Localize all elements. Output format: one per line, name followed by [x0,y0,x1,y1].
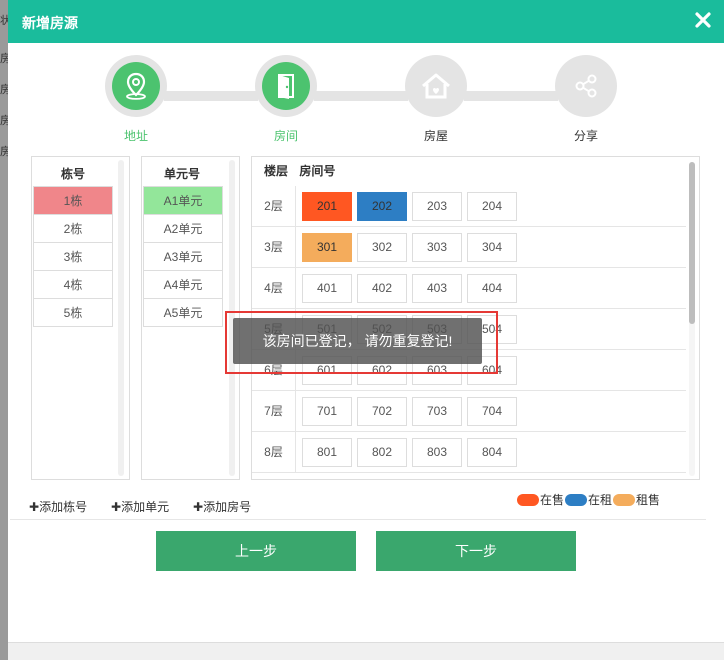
floor-row: 8层 801 802 803 804 [252,432,686,473]
share-icon [562,62,610,110]
room-button[interactable]: 304 [467,233,517,262]
house-icon [412,62,460,110]
building-item[interactable]: 3栋 [33,242,113,271]
plus-icon: ✚ [193,500,204,514]
background-text: 状 [0,15,8,27]
step-address[interactable]: 地址 [91,55,181,144]
legend-swatch [517,493,539,506]
room-button[interactable]: 403 [412,274,462,303]
floor-row: 3层 301 302 303 304 [252,227,686,268]
toast-highlight-box [225,311,498,374]
unit-list: A1单元 A2单元 A3单元 A4单元 A5单元 [143,186,223,327]
add-room-link[interactable]: ✚添加房号 [193,498,251,515]
unit-header: 单元号 [164,167,201,181]
room-button[interactable]: 401 [302,274,352,303]
unit-item[interactable]: A5单元 [143,298,223,327]
legend-label: 在租 [588,493,613,507]
step-room[interactable]: 房间 [241,55,331,144]
building-list: 1栋 2栋 3栋 4栋 5栋 [33,186,113,327]
background-text: 房 [0,53,8,65]
dialog-titlebar: 新增房源 [8,0,724,43]
step-house[interactable]: 房屋 [391,55,481,144]
add-unit-link[interactable]: ✚添加单元 [111,498,169,515]
unit-item[interactable]: A4单元 [143,270,223,299]
room-button[interactable]: 404 [467,274,517,303]
room-button[interactable]: 702 [357,397,407,426]
unit-item[interactable]: A1单元 [143,186,223,215]
floor-label: 4层 [252,268,296,308]
footer-divider [10,519,706,520]
add-building-link[interactable]: ✚添加栋号 [29,498,87,515]
step-share[interactable]: 分享 [541,55,631,144]
floor-label: 2层 [252,186,296,226]
close-icon[interactable] [694,11,712,29]
legend-label: 租售 [636,493,661,507]
floor-label: 3层 [252,227,296,267]
background-text: 房 [0,146,8,158]
room-button[interactable]: 301 [302,233,352,262]
floor-header: 楼层 [264,164,289,178]
building-item[interactable]: 4栋 [33,270,113,299]
background-text: 房 [0,84,8,96]
room-button[interactable]: 303 [412,233,462,262]
legend-swatch [565,493,588,506]
floor-label: 7层 [252,391,296,431]
room-button[interactable]: 203 [412,192,462,221]
floor-row: 2层 201 202 203 204 [252,186,686,227]
floor-label: 8层 [252,432,296,472]
floor-row: 7层 701 702 703 704 [252,391,686,432]
next-step-button[interactable]: 下一步 [376,531,576,571]
room-button[interactable]: 202 [357,192,407,221]
room-scrollbar-thumb[interactable] [689,162,695,324]
prev-step-button[interactable]: 上一步 [156,531,356,571]
floor-row: 4层 401 402 403 404 [252,268,686,309]
building-item[interactable]: 1栋 [33,186,113,215]
step-label: 房屋 [423,129,448,143]
room-button[interactable]: 701 [302,397,352,426]
background-text: 房 [0,115,8,127]
building-item[interactable]: 5栋 [33,298,113,327]
room-button[interactable]: 802 [357,438,407,467]
dialog-bottom-strip [8,642,724,660]
step-label: 房间 [273,129,298,143]
plus-icon: ✚ [111,500,122,514]
room-grid-header: 楼层 房间号 [264,162,335,179]
building-item[interactable]: 2栋 [33,214,113,243]
room-number-header: 房间号 [299,164,336,178]
room-button[interactable]: 204 [467,192,517,221]
legend-swatch [613,493,636,506]
building-header: 栋号 [61,167,86,181]
building-scrollbar[interactable] [118,160,124,476]
door-icon [262,62,310,110]
unit-item[interactable]: A2单元 [143,214,223,243]
room-button[interactable]: 704 [467,397,517,426]
legend-label: 在售 [540,493,565,507]
dialog-title: 新增房源 [22,15,78,31]
step-label: 分享 [573,129,598,143]
room-button[interactable]: 803 [412,438,462,467]
plus-icon: ✚ [29,500,40,514]
location-pin-icon [112,62,160,110]
room-button[interactable]: 302 [357,233,407,262]
room-button[interactable]: 804 [467,438,517,467]
room-button[interactable]: 402 [357,274,407,303]
room-button[interactable]: 703 [412,397,462,426]
status-legend: 在售 在租 租售 [517,491,661,508]
room-button[interactable]: 801 [302,438,352,467]
unit-item[interactable]: A3单元 [143,242,223,271]
step-label: 地址 [123,129,148,143]
room-button[interactable]: 201 [302,192,352,221]
